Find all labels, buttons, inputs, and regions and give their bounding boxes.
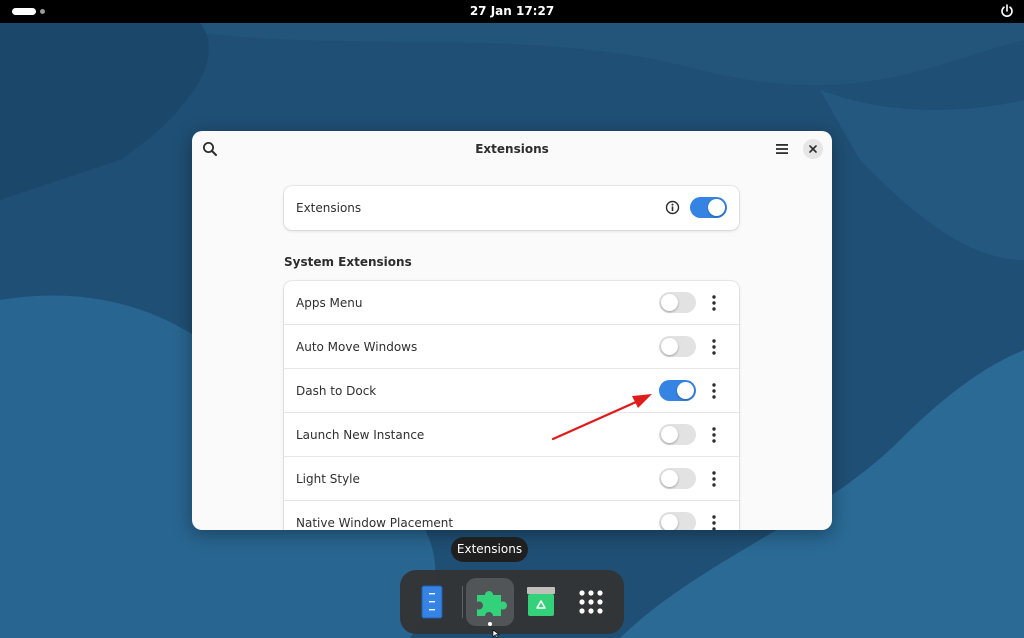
kebab-menu-icon[interactable] (708, 513, 720, 530)
dock (400, 570, 624, 634)
extension-toggle-dash-to-dock[interactable] (659, 380, 696, 401)
app-grid-icon (579, 590, 603, 614)
close-button[interactable] (803, 139, 823, 159)
switch-knob (661, 426, 678, 443)
extension-row-apps-menu: Apps Menu (284, 281, 739, 325)
extension-name: Dash to Dock (296, 384, 377, 398)
hamburger-menu-icon[interactable] (773, 140, 791, 158)
kebab-menu-icon[interactable] (708, 425, 720, 445)
extension-row-dash-to-dock: Dash to Dock (284, 369, 739, 413)
extensions-master-switch[interactable] (690, 197, 727, 218)
close-icon (809, 145, 817, 153)
dock-item-files[interactable] (408, 578, 456, 626)
power-icon[interactable] (1000, 4, 1014, 18)
puzzle-icon (477, 591, 507, 616)
running-indicator (488, 622, 492, 626)
window-headerbar: Extensions (192, 131, 832, 167)
trash-icon (527, 587, 555, 616)
top-bar: 27 Jan 17:27 (0, 0, 1024, 23)
extension-name: Native Window Placement (296, 516, 454, 530)
switch-knob (661, 514, 678, 530)
dock-separator (462, 586, 463, 618)
switch-knob (677, 382, 694, 399)
switch-knob (661, 338, 678, 355)
clock[interactable]: 27 Jan 17:27 (0, 0, 1024, 23)
mouse-cursor-icon (492, 630, 500, 638)
kebab-menu-icon[interactable] (708, 469, 720, 489)
files-icon (421, 585, 443, 619)
switch-knob (661, 294, 678, 311)
extensions-window: Extensions Extensions System Extensions … (192, 131, 832, 530)
section-title: System Extensions (284, 255, 412, 269)
switch-knob (708, 199, 725, 216)
extension-row-light-style: Light Style (284, 457, 739, 501)
window-title: Extensions (475, 142, 549, 156)
kebab-menu-icon[interactable] (708, 337, 720, 357)
extension-name: Light Style (296, 472, 360, 486)
extension-row-auto-move-windows: Auto Move Windows (284, 325, 739, 369)
dock-item-show-apps[interactable] (567, 578, 615, 626)
extensions-master-row: Extensions (284, 186, 739, 230)
extension-name: Launch New Instance (296, 428, 425, 442)
kebab-menu-icon[interactable] (708, 293, 720, 313)
dock-item-extensions[interactable] (466, 578, 514, 626)
dock-item-trash[interactable] (517, 578, 565, 626)
kebab-menu-icon[interactable] (708, 381, 720, 401)
extension-name: Auto Move Windows (296, 340, 418, 354)
system-extensions-list: Apps Menu Auto Move Windows Dash to Dock… (284, 281, 739, 530)
extension-toggle-auto-move-windows[interactable] (659, 336, 696, 357)
extension-row-launch-new-instance: Launch New Instance (284, 413, 739, 457)
extension-toggle-apps-menu[interactable] (659, 292, 696, 313)
master-row-label: Extensions (296, 201, 362, 215)
extension-toggle-launch-new-instance[interactable] (659, 424, 696, 445)
extension-toggle-light-style[interactable] (659, 468, 696, 489)
switch-knob (661, 470, 678, 487)
info-icon[interactable] (665, 200, 680, 215)
dock-tooltip: Extensions (451, 537, 528, 562)
extension-name: Apps Menu (296, 296, 363, 310)
extension-toggle-native-window-placement[interactable] (659, 512, 696, 530)
extension-row-native-window-placement: Native Window Placement (284, 501, 739, 530)
